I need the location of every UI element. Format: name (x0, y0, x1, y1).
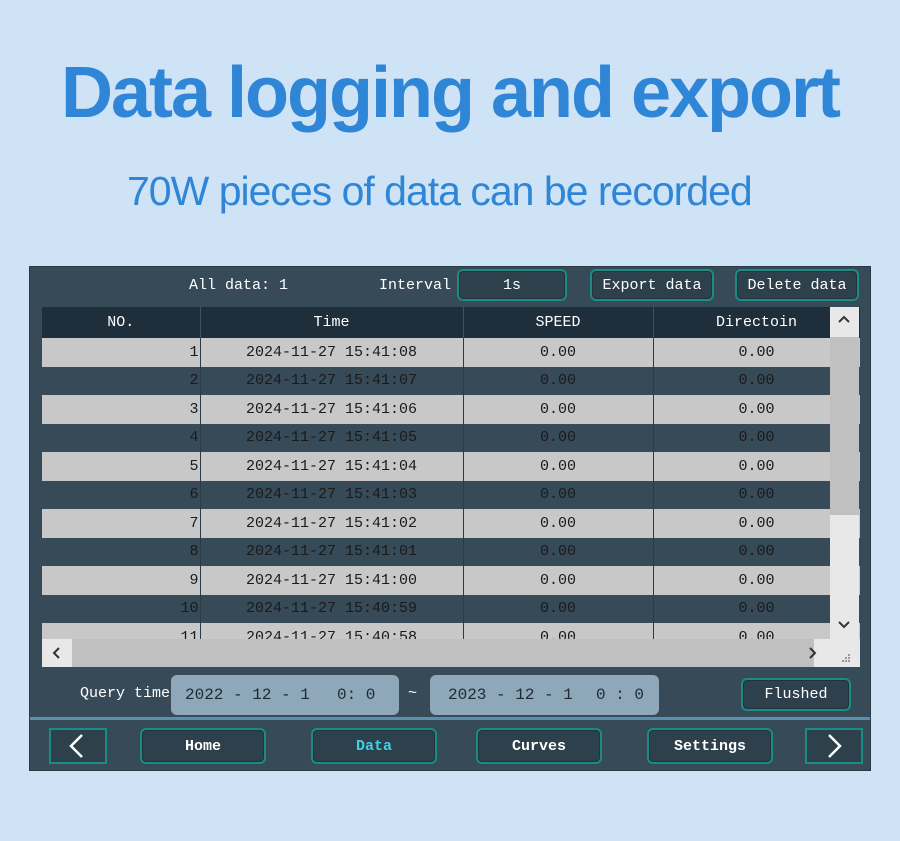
cell-speed: 0.00 (463, 338, 654, 367)
header-no[interactable]: NO. (42, 307, 201, 338)
table-row[interactable]: 8 2024-11-27 15:41:01 0.00 0.00 (42, 537, 860, 566)
interval-button[interactable]: 1s (457, 269, 567, 301)
query-from-date: 2022 - 12 - 1 (185, 686, 310, 704)
table-row[interactable]: 1 2024-11-27 15:41:08 0.00 0.00 (42, 338, 860, 367)
cell-no: 2 (42, 366, 201, 395)
table-row[interactable]: 2 2024-11-27 15:41:07 0.00 0.00 (42, 366, 860, 395)
export-data-button[interactable]: Export data (590, 269, 714, 301)
vertical-scrollbar[interactable] (830, 307, 859, 639)
cell-speed: 0.00 (463, 480, 654, 509)
cell-time: 2024-11-27 15:41:04 (200, 452, 464, 481)
cell-no: 3 (42, 395, 201, 424)
cell-speed: 0.00 (463, 594, 654, 623)
cell-no: 1 (42, 338, 201, 367)
chevron-left-icon (69, 734, 83, 758)
all-data-count: All data: 1 (189, 277, 289, 294)
table-row[interactable]: 3 2024-11-27 15:41:06 0.00 0.00 (42, 395, 860, 424)
cell-direction: 0.00 (653, 623, 860, 639)
cell-time: 2024-11-27 15:41:05 (200, 423, 464, 452)
cell-direction: 0.00 (653, 566, 860, 595)
nav-next-button[interactable] (805, 728, 863, 764)
cell-direction: 0.00 (653, 338, 860, 367)
scroll-right-icon[interactable] (808, 646, 818, 664)
cell-no: 9 (42, 566, 201, 595)
query-to-time: 0 : 0 (596, 686, 645, 704)
table-row[interactable]: 7 2024-11-27 15:41:02 0.00 0.00 (42, 509, 860, 538)
query-from-time: 0: 0 (337, 686, 376, 704)
table-row[interactable]: 11 2024-11-27 15:40:58 0.00 0.00 (42, 623, 860, 639)
chevron-right-icon (828, 734, 842, 758)
nav-data-button[interactable]: Data (311, 728, 437, 764)
cell-direction: 0.00 (653, 452, 860, 481)
query-time-label: Query time (80, 685, 171, 702)
cell-direction: 0.00 (653, 480, 860, 509)
data-table[interactable]: NO. Time SPEED Directoin 1 2024-11-27 15:… (42, 307, 860, 639)
table-row[interactable]: 10 2024-11-27 15:40:59 0.00 0.00 (42, 594, 860, 623)
query-separator: ~ (408, 685, 418, 702)
cell-speed: 0.00 (463, 452, 654, 481)
scroll-up-icon[interactable] (838, 311, 850, 329)
query-from-field[interactable]: 2022 - 12 - 1 0: 0 (171, 675, 399, 715)
cell-speed: 0.00 (463, 623, 654, 639)
cell-speed: 0.00 (463, 509, 654, 538)
cell-direction: 0.00 (653, 423, 860, 452)
flushed-button[interactable]: Flushed (741, 678, 851, 711)
query-to-field[interactable]: 2023 - 12 - 1 0 : 0 (430, 675, 659, 715)
cell-no: 7 (42, 509, 201, 538)
cell-time: 2024-11-27 15:41:01 (200, 537, 464, 566)
table-header-row: NO. Time SPEED Directoin (42, 307, 860, 338)
cell-time: 2024-11-27 15:41:02 (200, 509, 464, 538)
cell-no: 10 (42, 594, 201, 623)
table-row[interactable]: 9 2024-11-27 15:41:00 0.00 0.00 (42, 566, 860, 595)
cell-speed: 0.00 (463, 423, 654, 452)
horizontal-scrollbar[interactable] (42, 639, 860, 667)
headline: Data logging and export (60, 53, 841, 133)
nav-prev-button[interactable] (49, 728, 107, 764)
cell-speed: 0.00 (463, 566, 654, 595)
cell-direction: 0.00 (653, 395, 860, 424)
cell-speed: 0.00 (463, 537, 654, 566)
cell-time: 2024-11-27 15:40:59 (200, 594, 464, 623)
delete-data-button[interactable]: Delete data (735, 269, 859, 301)
cell-speed: 0.00 (463, 366, 654, 395)
cell-time: 2024-11-27 15:41:07 (200, 366, 464, 395)
cell-direction: 0.00 (653, 537, 860, 566)
table-row[interactable]: 5 2024-11-27 15:41:04 0.00 0.00 (42, 452, 860, 481)
cell-no: 8 (42, 537, 201, 566)
cell-speed: 0.00 (463, 395, 654, 424)
subline: 70W pieces of data can be recorded (127, 168, 753, 214)
cell-no: 5 (42, 452, 201, 481)
scroll-left-icon[interactable] (51, 646, 61, 664)
header-speed[interactable]: SPEED (463, 307, 654, 338)
header-direction[interactable]: Directoin (653, 307, 860, 338)
divider (30, 717, 870, 720)
cell-time: 2024-11-27 15:41:06 (200, 395, 464, 424)
cell-direction: 0.00 (653, 366, 860, 395)
hmi-panel: All data: 1 Interval 1s Export data Dele… (29, 266, 871, 771)
nav-curves-button[interactable]: Curves (476, 728, 602, 764)
resize-grip-icon (840, 649, 850, 667)
nav-settings-button[interactable]: Settings (647, 728, 773, 764)
cell-time: 2024-11-27 15:41:03 (200, 480, 464, 509)
table-row[interactable]: 4 2024-11-27 15:41:05 0.00 0.00 (42, 423, 860, 452)
vertical-scroll-thumb[interactable] (830, 337, 859, 515)
cell-direction: 0.00 (653, 509, 860, 538)
scroll-down-icon[interactable] (838, 617, 850, 635)
cell-no: 11 (42, 623, 201, 639)
horizontal-scroll-thumb[interactable] (72, 639, 814, 667)
nav-home-button[interactable]: Home (140, 728, 266, 764)
query-to-date: 2023 - 12 - 1 (448, 686, 573, 704)
table-row[interactable]: 6 2024-11-27 15:41:03 0.00 0.00 (42, 480, 860, 509)
cell-time: 2024-11-27 15:40:58 (200, 623, 464, 639)
cell-time: 2024-11-27 15:41:08 (200, 338, 464, 367)
interval-label: Interval (379, 277, 452, 294)
cell-direction: 0.00 (653, 594, 860, 623)
header-time[interactable]: Time (200, 307, 464, 338)
cell-no: 4 (42, 423, 201, 452)
cell-no: 6 (42, 480, 201, 509)
cell-time: 2024-11-27 15:41:00 (200, 566, 464, 595)
